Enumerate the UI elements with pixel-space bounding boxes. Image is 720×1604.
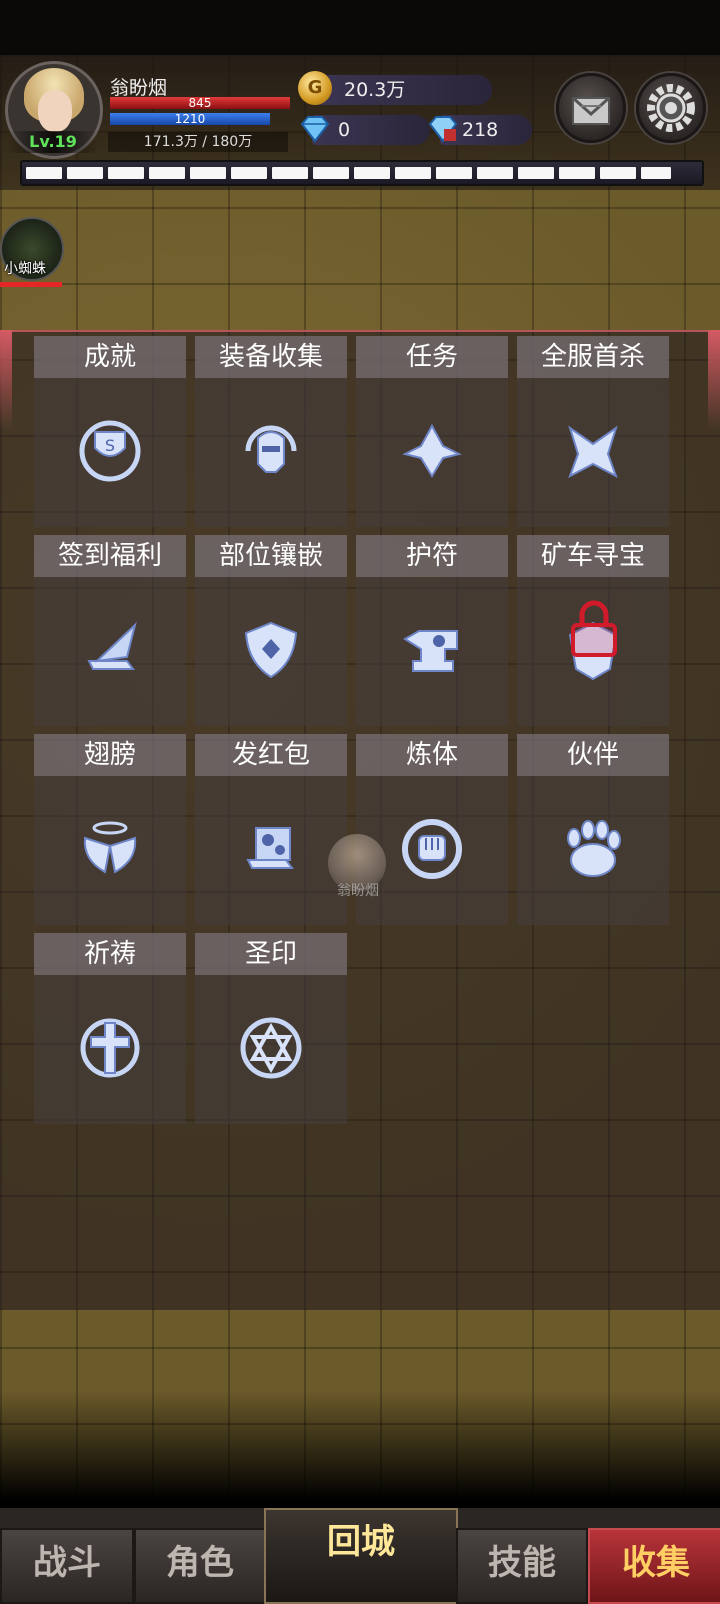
tile-label: 装备收集 xyxy=(195,336,347,378)
helmet-icon xyxy=(245,425,297,473)
star-seal-icon xyxy=(240,1017,302,1079)
tile-amulet[interactable]: 护符 xyxy=(356,535,508,726)
scroll-wing-icon xyxy=(87,621,137,670)
tile-label: 签到福利 xyxy=(34,535,186,577)
tile-label: 护符 xyxy=(356,535,508,577)
tile-label: 部位镶嵌 xyxy=(195,535,347,577)
bottom-nav: 战斗 角色 回城 技能 收集 xyxy=(0,1508,720,1604)
tile-companion[interactable]: 伙伴 xyxy=(517,734,669,925)
tile-label: 发红包 xyxy=(195,734,347,776)
tile-wings[interactable]: 翅膀 xyxy=(34,734,186,925)
tile-label: 圣印 xyxy=(195,933,347,975)
player-level: Lv.19 xyxy=(8,131,98,153)
settings-button[interactable] xyxy=(636,73,706,143)
player-name: 翁盼烟 xyxy=(110,77,168,99)
fist-icon xyxy=(402,819,462,879)
trophy-icon: S xyxy=(79,420,141,482)
gold-value: 20.3万 xyxy=(344,79,406,101)
tab-character[interactable]: 角色 xyxy=(134,1528,266,1604)
wings-icon xyxy=(83,821,137,874)
tile-label: 伙伴 xyxy=(517,734,669,776)
paw-icon xyxy=(567,820,621,877)
tile-label: 全服首杀 xyxy=(517,336,669,378)
svg-text:S: S xyxy=(105,436,115,455)
monster-name: 小蜘蛛 xyxy=(4,261,46,277)
gear-icon xyxy=(647,84,695,132)
mail-icon xyxy=(572,96,610,125)
red-packet-icon xyxy=(246,827,294,869)
bound-diamond-icon xyxy=(428,116,458,143)
gold-coin-icon: G xyxy=(298,71,332,105)
return-city-label: 回城 xyxy=(327,1522,395,1562)
tile-label: 任务 xyxy=(356,336,508,378)
player-header: Lv.19 翁盼烟 845 1210 171.3万 / 180万 20.3万 G… xyxy=(0,55,720,190)
mp-bar: 1210 xyxy=(110,113,270,125)
tab-collect[interactable]: 收集 xyxy=(588,1528,720,1604)
tab-skills[interactable]: 技能 xyxy=(456,1528,588,1604)
anvil-icon xyxy=(403,630,458,672)
shield-gem-icon xyxy=(244,621,298,679)
tile-quests[interactable]: 任务 xyxy=(356,336,508,527)
lock-icon xyxy=(571,600,617,657)
tile-label: 炼体 xyxy=(356,734,508,776)
gold-counter: 20.3万 xyxy=(312,75,492,105)
tile-daily-signin[interactable]: 签到福利 xyxy=(34,535,186,726)
tile-label: 祈祷 xyxy=(34,933,186,975)
tab-return-city[interactable]: 回城 xyxy=(264,1508,458,1604)
quest-icon xyxy=(402,423,462,478)
diamond-icon xyxy=(300,116,330,143)
tile-holy-seal[interactable]: 圣印 xyxy=(195,933,347,1124)
diamond-value: 0 xyxy=(338,119,351,141)
player-marker-name: 翁盼烟 xyxy=(337,883,379,899)
tile-mine-cart-treasure[interactable]: 矿车寻宝 xyxy=(517,535,669,726)
mail-button[interactable] xyxy=(556,73,626,143)
exp-text: 171.3万 / 180万 xyxy=(108,132,288,152)
tile-part-inlay[interactable]: 部位镶嵌 xyxy=(195,535,347,726)
tile-prayer[interactable]: 祈祷 xyxy=(34,933,186,1124)
cross-icon xyxy=(80,1018,140,1078)
tile-red-packet[interactable]: 发红包 xyxy=(195,734,347,925)
tab-battle[interactable]: 战斗 xyxy=(0,1528,134,1604)
first-kill-icon xyxy=(568,425,618,479)
tile-label: 成就 xyxy=(34,336,186,378)
bound-diamond-value: 218 xyxy=(462,119,499,141)
tile-achievements[interactable]: 成就 S xyxy=(34,336,186,527)
experience-strip xyxy=(20,160,704,186)
tile-label: 翅膀 xyxy=(34,734,186,776)
tile-server-first-kill[interactable]: 全服首杀 xyxy=(517,336,669,527)
tile-equipment-collection[interactable]: 装备收集 xyxy=(195,336,347,527)
hp-bar: 845 xyxy=(110,97,290,109)
monster-hp-bar xyxy=(0,282,62,287)
tile-label: 矿车寻宝 xyxy=(517,535,669,577)
